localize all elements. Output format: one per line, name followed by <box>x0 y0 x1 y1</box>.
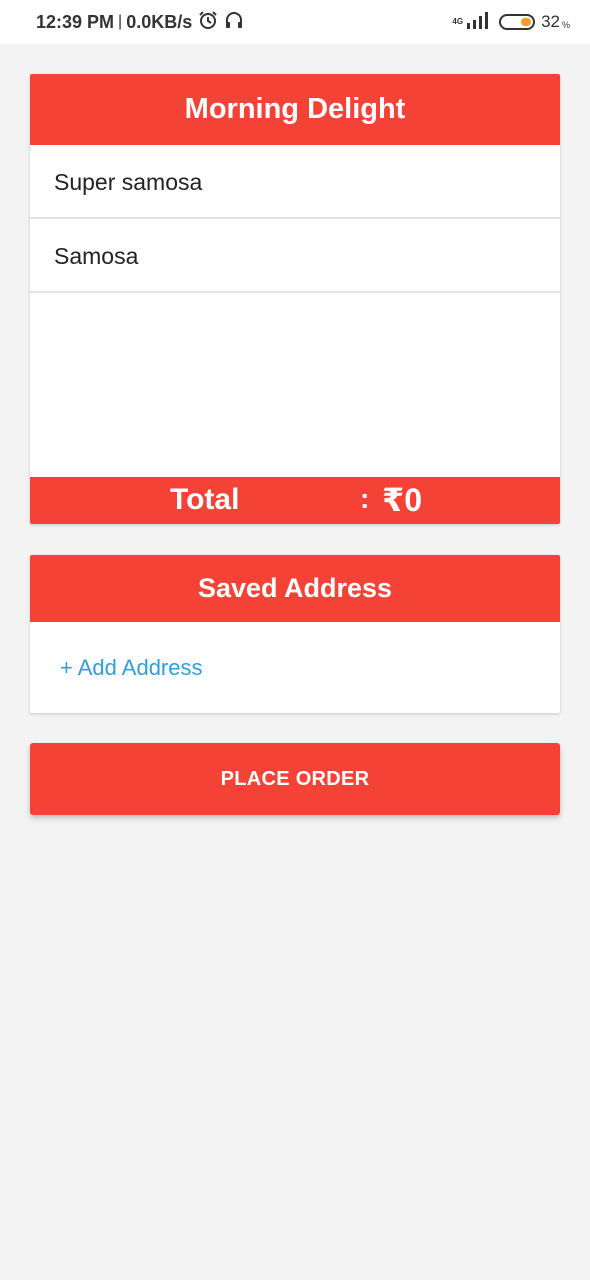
status-left: 12:39 PM | 0.0KB/s <box>36 10 244 35</box>
saved-address-header: Saved Address <box>30 555 560 622</box>
place-order-button[interactable]: PLACE ORDER <box>30 743 560 815</box>
network-type: 4G <box>452 17 464 26</box>
shop-name-header: Morning Delight <box>30 74 560 145</box>
total-bar: Total : ₹0 <box>30 477 560 524</box>
status-speed: 0.0KB/s <box>126 11 193 32</box>
total-value: ₹0 <box>382 482 423 518</box>
battery-percent: 32 <box>541 12 560 31</box>
battery-level <box>521 18 532 26</box>
headphones-icon <box>224 10 244 35</box>
total-label: Total <box>170 483 240 516</box>
signal-icon <box>465 11 491 34</box>
order-card: Morning Delight Super samosa Samosa Tota… <box>30 74 560 524</box>
alarm-icon <box>198 10 218 35</box>
battery-unit: % <box>561 20 570 30</box>
order-item[interactable]: Samosa <box>30 219 560 293</box>
total-colon: : <box>360 483 370 514</box>
status-separator: | <box>118 13 123 30</box>
status-bar: 12:39 PM | 0.0KB/s 4G 32 % <box>0 0 590 44</box>
order-item[interactable]: Super samosa <box>30 145 560 219</box>
battery-icon <box>499 14 536 30</box>
status-time: 12:39 PM <box>36 11 115 32</box>
status-right: 4G 32 % <box>452 11 570 34</box>
add-address-link[interactable]: + Add Address <box>60 655 203 681</box>
address-card: Saved Address + Add Address <box>30 555 560 713</box>
